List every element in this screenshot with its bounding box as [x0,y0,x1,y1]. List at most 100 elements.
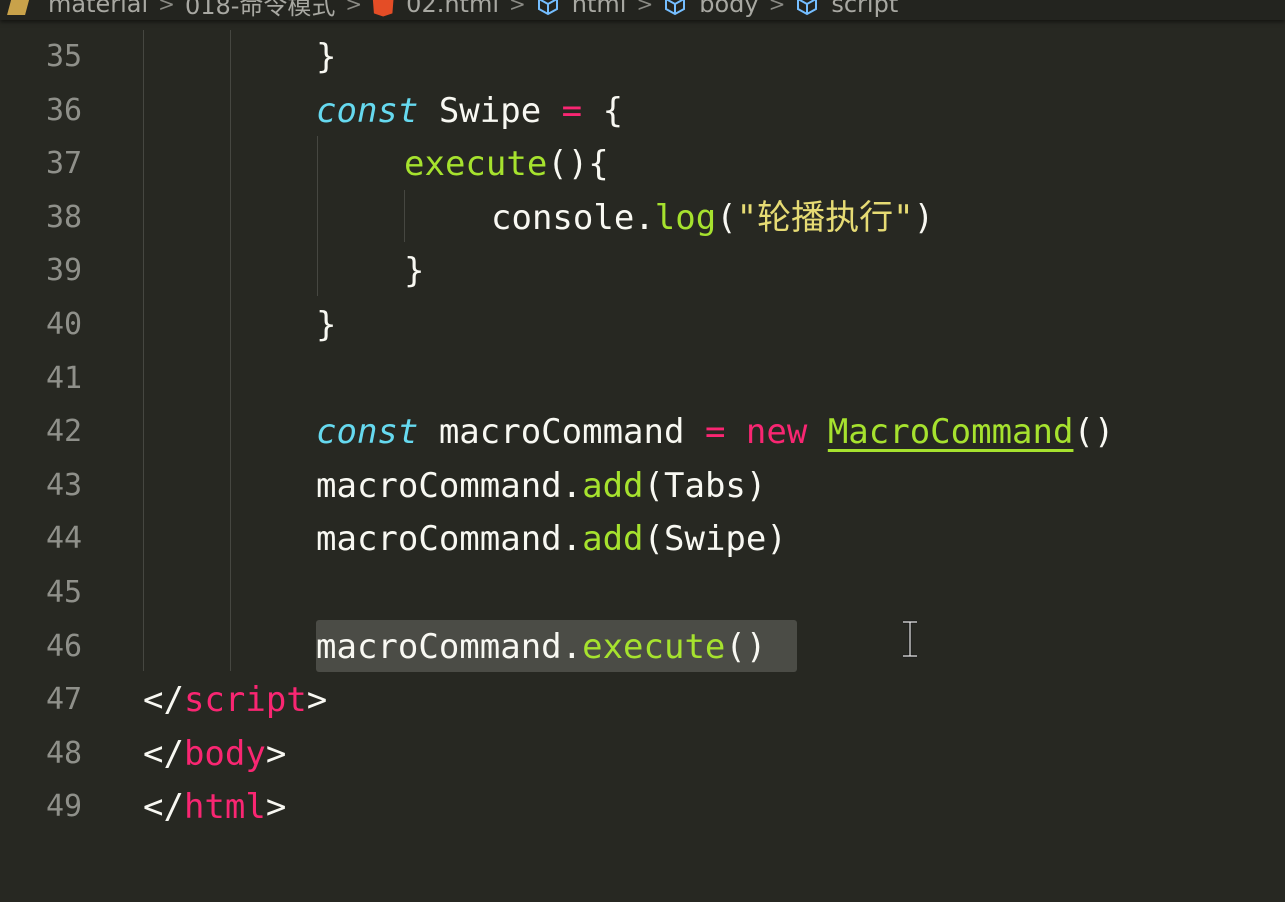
code-token: } [316,305,337,345]
code-token: script [183,680,307,721]
code-token: html [183,787,266,828]
code-line[interactable]: 45 [0,566,1285,620]
breadcrumb-item[interactable]: html [572,0,627,18]
code-line[interactable]: 46 macroCommand.execute() [0,620,1285,674]
line-number: 36 [46,92,83,128]
code-token: (Swipe) [643,519,787,560]
code-token: (){ [547,144,609,185]
code-text[interactable]: macroCommand.add(Tabs) [316,459,766,513]
code-token: execute [404,144,548,185]
code-line[interactable]: 40} [0,298,1285,352]
code-token: macroCommand. [316,626,583,667]
code-line[interactable]: 37 execute(){ [0,137,1285,191]
code-line[interactable]: 47 </script> [0,673,1285,727]
code-token: ) [913,197,935,238]
code-line[interactable]: 36 const Swipe = { [0,84,1285,138]
code-text[interactable]: } [316,298,336,352]
line-number: 45 [46,575,83,610]
code-token: execute [582,626,726,667]
breadcrumb-item[interactable]: material [48,0,148,18]
code-token: ( [716,197,737,238]
line-number: 40 [46,307,83,342]
code-token: { [582,90,624,131]
code-token: Swipe [418,90,562,131]
line-number: 42 [46,414,83,450]
code-token: macroCommand [418,412,705,453]
code-token: macroCommand. [316,465,583,506]
code-token: "轮播执行" [736,197,914,238]
chevron-right-icon: > [158,0,175,16]
code-token: macroCommand. [316,519,583,560]
line-number: 38 [46,199,83,235]
code-token: > [265,787,287,828]
code-text[interactable]: console.log("轮播执行") [491,191,934,245]
line-number: 37 [46,146,83,182]
code-token: MacroCommand [827,412,1074,453]
code-token: const [316,90,419,131]
code-line[interactable]: 42 const macroCommand = new MacroCommand(… [0,405,1285,459]
code-text[interactable]: macroCommand.execute() [316,620,766,674]
code-token: add [582,465,644,506]
line-number: 41 [46,360,83,396]
breadcrumb-item[interactable]: 02.html [406,0,499,18]
text-cursor-icon [903,620,917,658]
breadcrumb-item[interactable]: script [831,0,898,18]
html5-file-icon [372,0,395,17]
cube-symbol-icon [797,0,818,15]
code-line[interactable]: 35} [0,30,1285,84]
code-token: () [1073,412,1115,453]
line-number: 46 [46,628,83,664]
code-text[interactable]: </body> [143,727,286,781]
line-number: 48 [46,735,83,771]
code-token: body [183,733,266,774]
code-token: > [265,733,287,774]
chevron-right-icon: > [768,0,786,16]
line-number: 39 [46,253,83,289]
code-text[interactable]: </script> [143,673,327,727]
code-text[interactable]: } [316,30,336,84]
code-token: add [582,519,644,560]
code-text[interactable]: macroCommand.add(Swipe) [316,512,787,566]
code-token: } [404,251,425,292]
code-token: console. [491,197,655,238]
chevron-right-icon: > [636,0,654,16]
breadcrumb-item[interactable]: body [699,0,758,18]
code-line[interactable]: 48 </body> [0,727,1285,781]
breadcrumb: material > 018-命令模式 > 02.html > html > b… [0,0,1285,20]
code-line[interactable]: 43 macroCommand.add(Tabs) [0,459,1285,513]
code-token: </ [143,733,184,774]
code-token: > [306,680,328,721]
code-text[interactable]: </html> [143,780,286,834]
cube-symbol-icon [665,0,686,15]
code-token: const [316,412,419,453]
code-token: new [745,412,808,453]
chevron-right-icon: > [509,0,526,16]
code-token: (Tabs) [643,465,767,506]
code-line[interactable]: 44 macroCommand.add(Swipe) [0,512,1285,566]
code-token: = [561,90,583,131]
code-line[interactable]: 39} [0,244,1285,298]
code-text[interactable]: } [404,244,424,298]
code-line[interactable]: 41 [0,352,1285,406]
code-token: } [316,37,337,77]
code-text[interactable]: execute(){ [404,137,609,191]
code-token: </ [143,680,184,721]
breadcrumb-item[interactable]: 018-命令模式 [185,0,335,20]
code-text[interactable]: const Swipe = { [316,84,623,138]
code-line[interactable]: 49 </html> [0,780,1285,834]
line-number: 35 [46,39,83,74]
code-token: </ [143,787,184,828]
code-token: = [704,412,726,453]
line-number: 49 [46,789,83,825]
line-number: 44 [46,521,83,557]
code-text[interactable]: const macroCommand = new MacroCommand() [316,405,1114,459]
code-line[interactable]: 38 console.log("轮播执行") [0,191,1285,245]
chevron-right-icon: > [345,0,363,16]
code-token: () [725,626,767,667]
code-token: log [654,197,717,238]
line-number: 43 [46,467,83,503]
folder-icon [7,0,31,15]
line-number: 47 [46,682,83,718]
